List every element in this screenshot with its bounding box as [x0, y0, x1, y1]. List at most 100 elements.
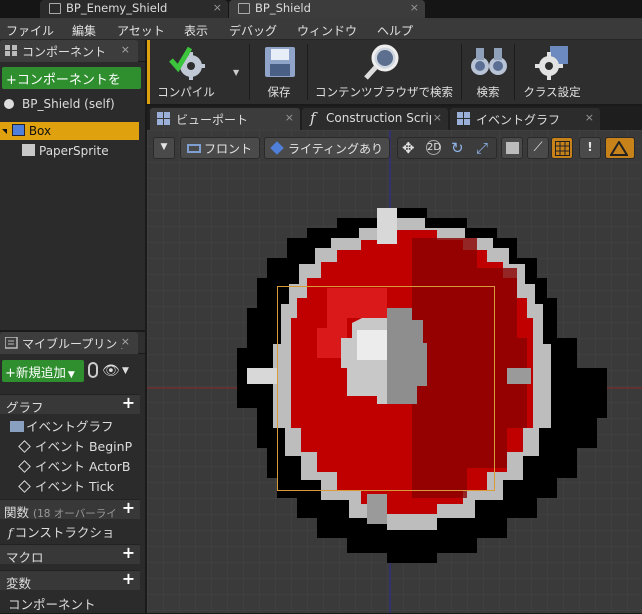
chevron-down-icon[interactable]: ▼: [122, 366, 129, 376]
grid-snap-toggle[interactable]: ⟋: [527, 137, 549, 159]
grid-size-button[interactable]: !: [579, 137, 601, 159]
class-settings-button[interactable]: クラス設定: [518, 40, 586, 104]
event-item-tick[interactable]: イベント Tick: [0, 476, 140, 496]
angle-icon: [610, 141, 628, 156]
category-label: コンポーネント: [8, 597, 96, 612]
surface-snapping-button[interactable]: [501, 137, 523, 159]
close-icon[interactable]: ×: [410, 1, 419, 14]
editor-tab-bar: ビューポート × f Construction Script × イベントグラフ…: [147, 106, 642, 130]
blueprint-icon: [5, 337, 18, 349]
components-panel-header: コンポーネント ×: [0, 40, 145, 62]
function-icon: f: [310, 109, 316, 127]
event-icon: [18, 440, 31, 453]
lighting-mode-button[interactable]: ライティングあり: [264, 137, 390, 159]
translate-icon[interactable]: ✥: [402, 139, 415, 157]
add-new-label: 新規追加: [15, 365, 66, 380]
add-macro-button[interactable]: +: [121, 545, 136, 561]
event-item-actorbeginoverlap[interactable]: イベント ActorB: [0, 456, 140, 476]
search-button[interactable]: 検索: [466, 40, 510, 104]
save-button[interactable]: 保存: [254, 40, 304, 104]
toolbar-separator: [307, 44, 308, 100]
close-icon[interactable]: ×: [430, 111, 442, 124]
close-icon[interactable]: ×: [118, 335, 130, 348]
binoculars-icon: [471, 48, 507, 75]
compile-button[interactable]: コンパイル: [154, 40, 218, 104]
add-variable-button[interactable]: +: [121, 571, 136, 587]
tree-item-box[interactable]: Box: [0, 122, 139, 140]
tab-viewport[interactable]: ビューポート ×: [150, 108, 300, 130]
event-graph-icon: [10, 421, 24, 432]
tree-item-papersprite[interactable]: PaperSprite: [0, 142, 140, 160]
find-in-content-browser-button[interactable]: コンテンツブラウザで検索: [310, 40, 458, 104]
menu-file[interactable]: ファイル: [6, 22, 54, 39]
function-item-construction[interactable]: f コンストラクショ: [0, 522, 140, 542]
add-component-button[interactable]: +コンポーネントを: [2, 67, 141, 89]
toolbar-separator: [514, 44, 515, 100]
close-icon[interactable]: ×: [585, 111, 594, 124]
section-functions[interactable]: 関数 (18 オーバーライ +: [0, 499, 140, 519]
components-panel: コンポーネント × +コンポーネントを BP_Shield (self) Box…: [0, 40, 145, 330]
save-icon: [265, 47, 295, 77]
viewport[interactable]: ▼ フロント ライティングあり ✥ 2D ↻ ⤢ ⟋ !: [147, 130, 642, 613]
graph-item-event-graph[interactable]: イベントグラフ: [0, 416, 140, 436]
section-variables[interactable]: 変数 +: [0, 570, 140, 590]
tab-label: ビューポート: [176, 113, 249, 127]
blueprint-icon: [49, 3, 61, 14]
event-icon: [18, 460, 31, 473]
close-icon[interactable]: ×: [285, 111, 294, 124]
event-item-beginplay[interactable]: イベント BeginP: [0, 436, 140, 456]
actor-icon: [4, 99, 14, 109]
doc-tab-bp-shield[interactable]: BP_Shield ×: [229, 0, 425, 18]
variable-category-components[interactable]: コンポーネント: [0, 594, 140, 614]
menu-debug[interactable]: デバッグ: [229, 22, 277, 39]
tab-my-blueprint[interactable]: マイブループリント ×: [0, 332, 138, 354]
tab-construction-script[interactable]: f Construction Script ×: [302, 108, 448, 130]
close-icon[interactable]: ×: [121, 43, 130, 56]
my-blueprint-tab-label: マイブループリント: [22, 337, 130, 351]
rotate-2d-icon[interactable]: 2D: [426, 140, 441, 155]
function-icon: f: [8, 525, 13, 540]
tab-event-graph[interactable]: イベントグラフ ×: [450, 108, 600, 130]
add-function-button[interactable]: +: [121, 500, 136, 516]
menu-window[interactable]: ウィンドウ: [297, 22, 357, 39]
section-label: マクロ: [6, 550, 44, 564]
tab-label: イベントグラフ: [476, 113, 561, 127]
event-label: イベント ActorB: [35, 459, 131, 474]
magnifier-icon: [364, 44, 399, 80]
transform-tools: ✥ 2D ↻ ⤢: [397, 137, 497, 159]
grid-snap-button[interactable]: [551, 137, 573, 159]
compile-options-arrow-icon[interactable]: ▼: [233, 68, 239, 77]
tab-components[interactable]: コンポーネント ×: [0, 40, 138, 62]
my-blueprint-header: マイブループリント ×: [0, 332, 145, 354]
section-graphs[interactable]: グラフ +: [0, 394, 140, 414]
doc-tab-label: BP_Enemy_Shield: [66, 1, 168, 15]
menu-asset[interactable]: アセット: [117, 22, 165, 39]
view-mode-front-button[interactable]: フロント: [180, 137, 260, 159]
doc-tab-label: BP_Shield: [255, 1, 311, 15]
menu-edit[interactable]: 編集: [72, 22, 96, 39]
rotation-snap-button[interactable]: [605, 137, 635, 159]
tree-item-label: PaperSprite: [39, 144, 109, 158]
add-graph-button[interactable]: +: [121, 395, 136, 411]
tree-item-self[interactable]: BP_Shield (self): [0, 95, 140, 113]
my-blueprint-panel: マイブループリント × +新規追加 ▼ 👁 ▼ グラフ + イベントグラフ イベン…: [0, 332, 145, 613]
add-new-button[interactable]: +新規追加 ▼: [2, 360, 84, 382]
refresh-icon[interactable]: ↻: [451, 139, 464, 157]
menu-view[interactable]: 表示: [184, 22, 208, 39]
viewport-options-button[interactable]: ▼: [153, 137, 175, 159]
section-macros[interactable]: マクロ +: [0, 544, 140, 564]
toolbar-separator: [249, 44, 250, 100]
graph-item-label: イベントグラフ: [26, 419, 114, 434]
scale-icon[interactable]: ⤢: [476, 139, 488, 157]
tree-item-label: BP_Shield (self): [22, 97, 115, 111]
menu-help[interactable]: ヘルプ: [377, 22, 413, 39]
eye-icon[interactable]: 👁: [102, 363, 120, 379]
event-label: イベント BeginP: [35, 439, 133, 454]
search-label: 検索: [476, 85, 500, 99]
box-collision-bounds[interactable]: [277, 286, 495, 491]
search-icon[interactable]: [88, 362, 98, 378]
compile-label: コンパイル: [157, 85, 215, 99]
close-icon[interactable]: ×: [213, 1, 222, 14]
expand-arrow-icon[interactable]: [2, 129, 7, 134]
doc-tab-bp-enemy-shield[interactable]: BP_Enemy_Shield ×: [40, 0, 228, 18]
